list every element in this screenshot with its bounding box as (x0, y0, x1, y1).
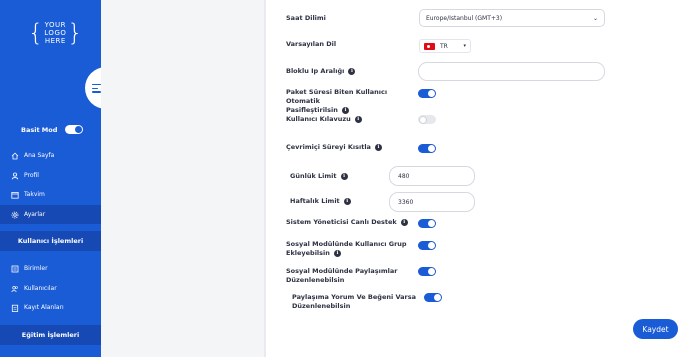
sidebar-item-label: Profil (24, 172, 39, 179)
online-limit-toggle[interactable] (418, 144, 436, 153)
home-icon (11, 152, 19, 160)
users-icon (11, 285, 19, 293)
hamburger-line (92, 87, 98, 90)
sidebar-item-label: Kullanıcılar (24, 285, 57, 292)
info-icon[interactable]: i (354, 115, 362, 123)
social-share-label-line-2: Düzenlenebilsin (286, 276, 345, 284)
sidebar-item-kayit-alanlari[interactable]: Kayıt Alanları (0, 298, 101, 317)
online-limit-label-text: Çevrimiçi Süreyi Kısıtla (286, 143, 371, 151)
ip-block-label: Bloklu Ip Aralığı i (286, 67, 356, 76)
comment-label-line-2: Düzenlenebilsin (292, 302, 351, 310)
info-icon[interactable]: i (343, 197, 351, 205)
passive-label-line-1: Paket Süresi Biten Kullanıcı Otomatik (286, 88, 388, 105)
save-button[interactable]: Kaydet (633, 319, 678, 339)
gear-icon (11, 211, 19, 219)
basit-mod: Basit Mod (21, 125, 84, 134)
info-icon[interactable]: i (340, 172, 348, 180)
sidebar-item-takvim[interactable]: Takvim (0, 185, 101, 204)
logo: { YOUR LOGO HERE } (28, 18, 83, 48)
social-group-label: Sosyal Modülünde Kullanıcı Grup Ekleyebi… (286, 240, 416, 258)
info-icon[interactable]: i (333, 249, 341, 257)
sidebar: { YOUR LOGO HERE } Basit Mod Ana Sayfa P… (0, 0, 101, 357)
sidebar-item-label: Takvim (24, 191, 45, 198)
toggle-knob (428, 220, 435, 227)
guide-label-text: Kullanıcı Kılavuzu (286, 115, 351, 123)
ip-block-label-text: Bloklu Ip Aralığı (286, 67, 345, 75)
sidebar-item-ayarlar[interactable]: Ayarlar (0, 205, 101, 224)
sidebar-item-kullanicilar[interactable]: Kullanıcılar (0, 279, 101, 298)
toggle-knob (434, 294, 441, 301)
basit-mod-toggle[interactable] (65, 125, 84, 134)
passive-label: Paket Süresi Biten Kullanıcı Otomatik Pa… (286, 88, 416, 115)
language-value: TR (440, 42, 448, 50)
social-share-label: Sosyal Modülünde Paylaşımlar Düzenlenebi… (286, 267, 416, 285)
daily-limit-input[interactable]: 480 (389, 166, 475, 186)
user-icon (11, 172, 19, 180)
toggle-knob (428, 242, 435, 249)
section-kullanici-islemleri: Kullanıcı İşlemleri (0, 231, 101, 251)
logo-brace-right: } (67, 19, 83, 47)
comment-label: Paylaşıma Yorum Ve Beğeni Varsa Düzenlen… (292, 293, 422, 311)
info-icon[interactable]: i (374, 143, 382, 151)
hamburger-line (92, 84, 101, 86)
social-group-toggle[interactable] (418, 241, 436, 250)
calendar-icon (11, 191, 19, 199)
weekly-limit-input[interactable]: 3360 (389, 192, 475, 212)
logo-brace-left: { (28, 19, 44, 47)
daily-limit-label-text: Günlük Limit (290, 172, 337, 180)
daily-limit-label: Günlük Limit i (290, 172, 348, 181)
toggle-knob (419, 115, 427, 124)
social-group-label-line-1: Sosyal Modülünde Kullanıcı Grup (286, 240, 407, 248)
guide-toggle[interactable] (418, 115, 436, 124)
weekly-limit-label-text: Haftalık Limit (290, 197, 340, 205)
weekly-limit-label: Haftalık Limit i (290, 197, 351, 206)
timezone-select[interactable]: Europe/Istanbul (GMT+3) ⌄ (419, 9, 605, 27)
content-gutter (101, 0, 264, 357)
admin-support-label-text: Sistem Yöneticisi Canlı Destek (286, 218, 397, 226)
list-icon (11, 265, 19, 273)
sidebar-item-label: Kayıt Alanları (24, 304, 64, 311)
chevron-down-icon: ⌄ (592, 15, 598, 22)
turkey-flag-icon (424, 42, 435, 50)
logo-text: YOUR LOGO HERE (44, 21, 66, 45)
admin-support-label: Sistem Yöneticisi Canlı Destek i (286, 218, 408, 227)
hamburger-line (92, 91, 101, 93)
toggle-knob (428, 90, 435, 97)
sidebar-item-label: Birimler (24, 265, 48, 272)
logo-line-2: LOGO (44, 29, 67, 37)
toggle-knob (428, 268, 435, 275)
ip-block-input[interactable] (418, 62, 605, 81)
sidebar-item-label: Ana Sayfa (24, 152, 55, 159)
info-icon[interactable]: i (348, 67, 356, 75)
hamburger-icon (92, 84, 101, 95)
info-icon[interactable]: i (341, 106, 349, 114)
sidebar-item-label: Ayarlar (24, 211, 46, 218)
sidebar-item-ana-sayfa[interactable]: Ana Sayfa (0, 146, 101, 165)
basit-mod-label: Basit Mod (21, 125, 58, 134)
sidebar-item-birimler[interactable]: Birimler (0, 259, 101, 278)
timezone-value: Europe/Istanbul (GMT+3) (426, 14, 503, 22)
toggle-knob (428, 145, 435, 152)
timezone-label: Saat Dilimi (286, 14, 326, 22)
info-icon[interactable]: i (400, 218, 408, 226)
comment-label-line-1: Paylaşıma Yorum Ve Beğeni Varsa (292, 293, 417, 301)
logo-line-1: YOUR (44, 21, 67, 29)
language-select[interactable]: TR ▾ (419, 39, 471, 53)
section-egitim-islemleri: Eğitim İşlemleri (0, 325, 101, 345)
social-share-label-line-1: Sosyal Modülünde Paylaşımlar (286, 267, 398, 275)
logo-line-3: HERE (44, 37, 66, 45)
online-limit-label: Çevrimiçi Süreyi Kısıtla i (286, 143, 382, 152)
comment-toggle[interactable] (424, 293, 442, 302)
admin-support-toggle[interactable] (418, 219, 436, 228)
guide-label: Kullanıcı Kılavuzu i (286, 115, 362, 124)
passive-label-line-2: Pasifleştirilsin (286, 106, 338, 114)
toggle-knob (75, 126, 83, 133)
language-label: Varsayılan Dil (286, 40, 337, 48)
sidebar-item-profil[interactable]: Profil (0, 166, 101, 185)
passive-toggle[interactable] (418, 89, 436, 98)
clipboard-icon (11, 304, 19, 312)
caret-down-icon: ▾ (463, 43, 466, 49)
social-group-label-line-2: Ekleyebilsin (286, 249, 330, 257)
social-share-toggle[interactable] (418, 267, 436, 276)
